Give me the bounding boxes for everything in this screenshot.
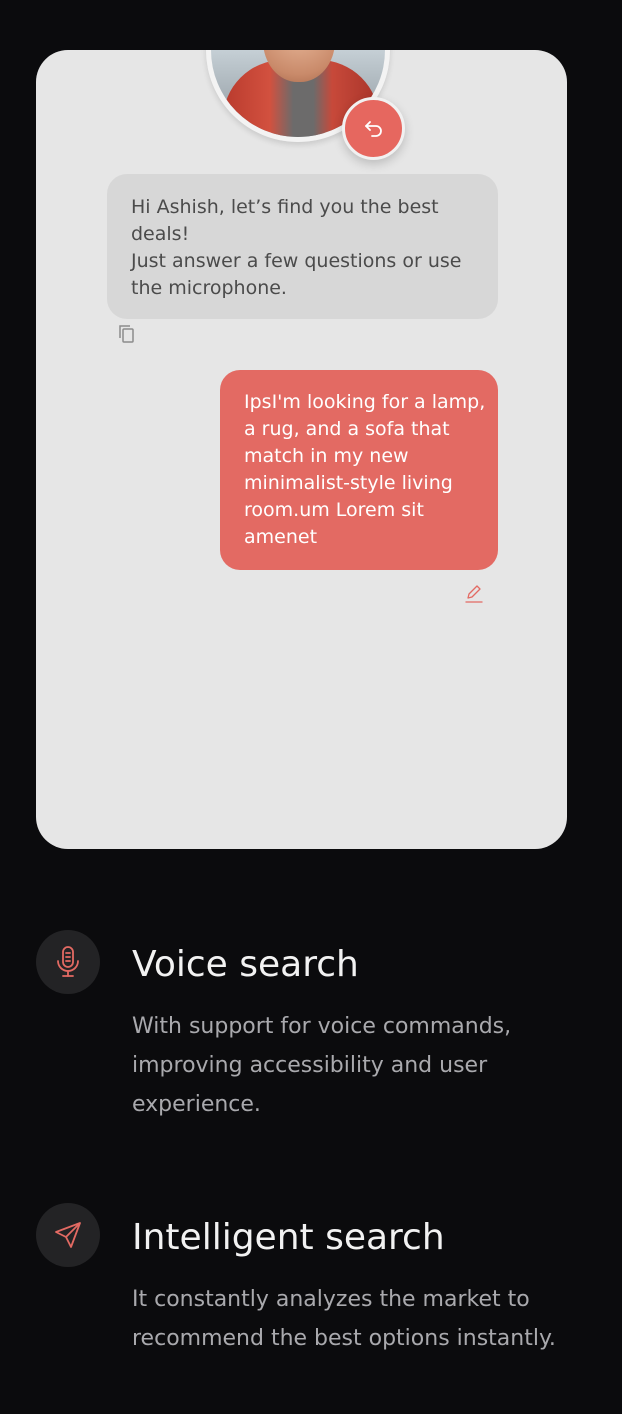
navigation-arrow-icon [55,1222,81,1248]
feature-description: With support for voice commands, improvi… [132,1014,512,1117]
copy-icon [119,325,134,343]
user-message-text: IpsI'm looking for a lamp, a rug, and a … [244,391,486,548]
assistant-message-bubble: Hi Ashish, let’s find you the best deals… [107,174,498,319]
assistant-message-line: Hi Ashish, let’s find you the best deals… [131,196,439,245]
reset-chat-button[interactable] [342,97,405,160]
edit-message-button[interactable] [464,583,484,603]
pencil-icon [465,585,483,603]
feature-icon-circle [36,1203,100,1267]
assistant-message-line: Just answer a few questions or use the m… [131,250,462,299]
feature-icon-circle [36,930,100,994]
undo-arrow-icon [364,120,382,137]
user-message-bubble: IpsI'm looking for a lamp, a rug, and a … [220,370,498,570]
copy-message-button[interactable] [118,324,138,346]
feature-title: Voice search [132,944,359,985]
microphone-icon [57,946,79,977]
feature-title: Intelligent search [132,1217,445,1258]
feature-description: It constantly analyzes the market to rec… [132,1287,556,1351]
chat-preview-card: Hi Ashish, let’s find you the best deals… [36,50,567,849]
